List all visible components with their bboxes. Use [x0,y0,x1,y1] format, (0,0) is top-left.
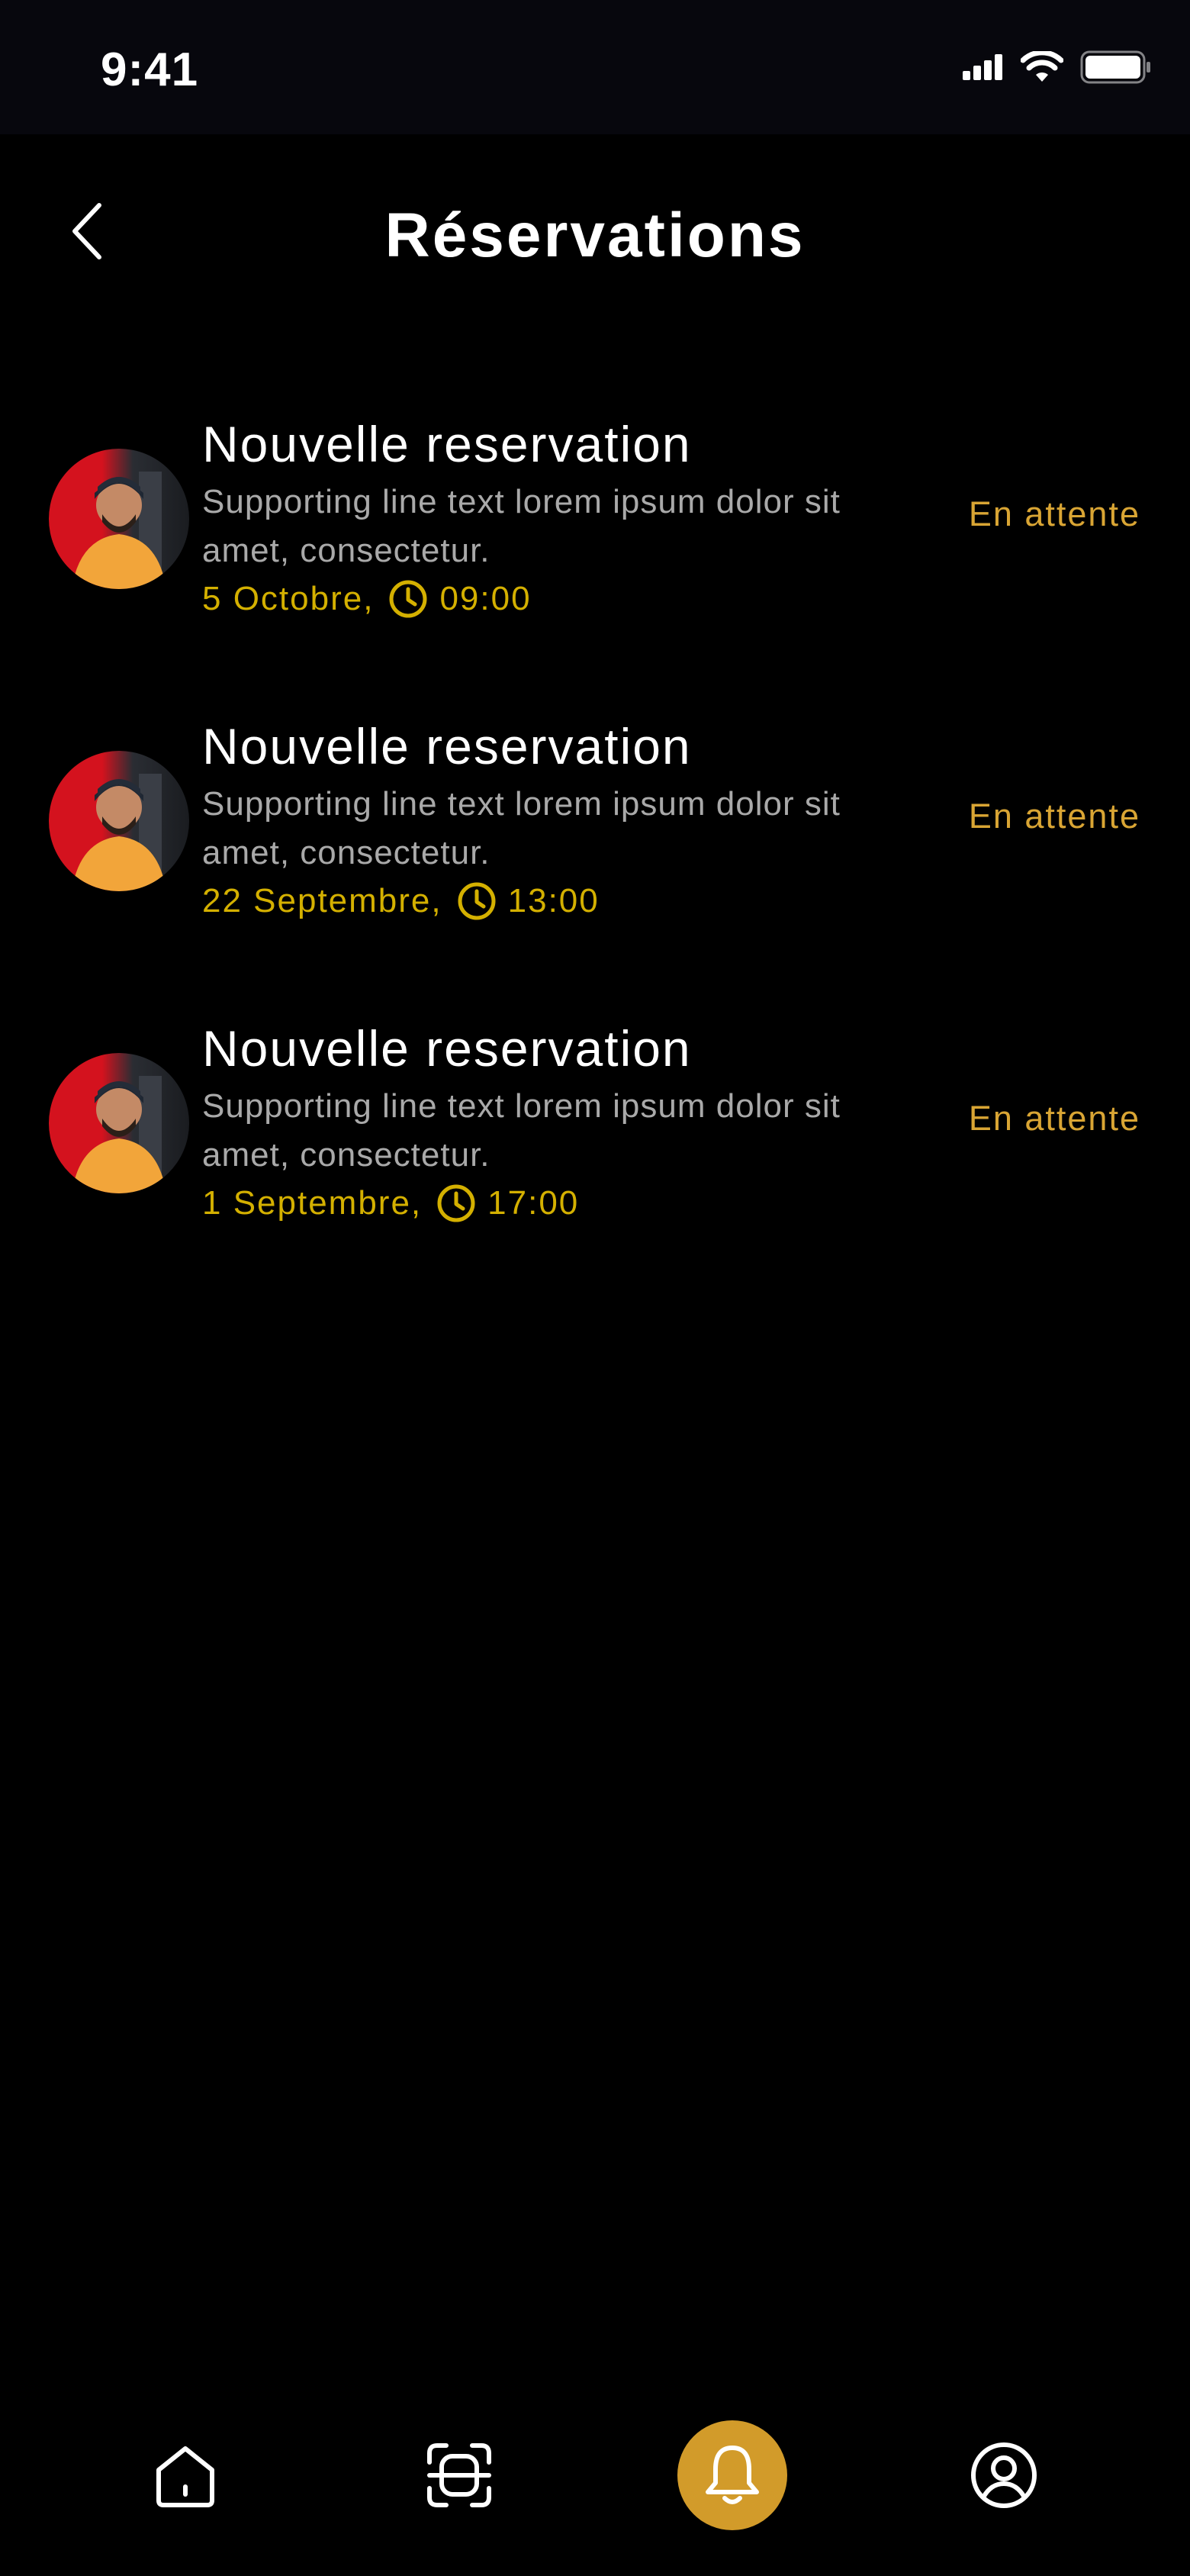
reservation-date: 5 Octobre, [202,580,375,617]
bell-icon [706,2446,759,2504]
reservation-description: Supporting line text lorem ipsum dolor s… [202,483,841,569]
status-label: En attente [968,1099,1140,1138]
reservation-time: 09:00 [439,580,532,617]
status-time: 9:41 [101,43,199,96]
reservation-description: Supporting line text lorem ipsum dolor s… [202,785,841,871]
nav-home[interactable] [130,2420,240,2530]
reservation-title: Nouvelle reservation [202,718,692,774]
profile-icon [971,2442,1037,2508]
reservation-time: 13:00 [507,882,600,919]
reservation-datetime: 1 Septembre, 17:00 [202,1183,579,1224]
page-title: Réservations [384,201,806,270]
clock-icon [436,1183,477,1224]
reservation-list: Nouvelle reservation Supporting line tex… [0,404,1190,1311]
reservation-item[interactable]: Nouvelle reservation Supporting line tex… [0,404,1190,707]
wifi-icon [1021,51,1063,82]
signal-icon [963,54,1002,80]
reservation-datetime: 22 Septembre, 13:00 [202,881,600,922]
reservation-title: Nouvelle reservation [202,416,692,472]
status-label: En attente [968,797,1140,836]
battery-icon [1080,50,1150,84]
reservation-date: 1 Septembre, [202,1184,423,1222]
avatar [49,751,189,891]
avatar [49,449,189,589]
reservation-description: Supporting line text lorem ipsum dolor s… [202,1087,841,1174]
reservation-item[interactable]: Nouvelle reservation Supporting line tex… [0,1009,1190,1311]
clock-icon [388,578,429,620]
reservation-date: 22 Septembre, [202,882,442,919]
status-label: En attente [968,494,1140,533]
bottom-nav [0,2347,1190,2576]
status-icons [963,50,1152,84]
nav-profile[interactable] [949,2420,1059,2530]
reservation-title: Nouvelle reservation [202,1020,692,1077]
status-bar: 9:41 [0,0,1190,134]
reservation-time: 17:00 [487,1184,580,1222]
scan-icon [427,2443,491,2507]
nav-scan[interactable] [404,2420,514,2530]
reservation-datetime: 5 Octobre, 09:00 [202,578,532,620]
clock-icon [456,881,497,922]
avatar [49,1053,189,1193]
reservation-item[interactable]: Nouvelle reservation Supporting line tex… [0,707,1190,1009]
nav-notifications[interactable] [677,2420,787,2530]
home-icon [156,2446,214,2507]
